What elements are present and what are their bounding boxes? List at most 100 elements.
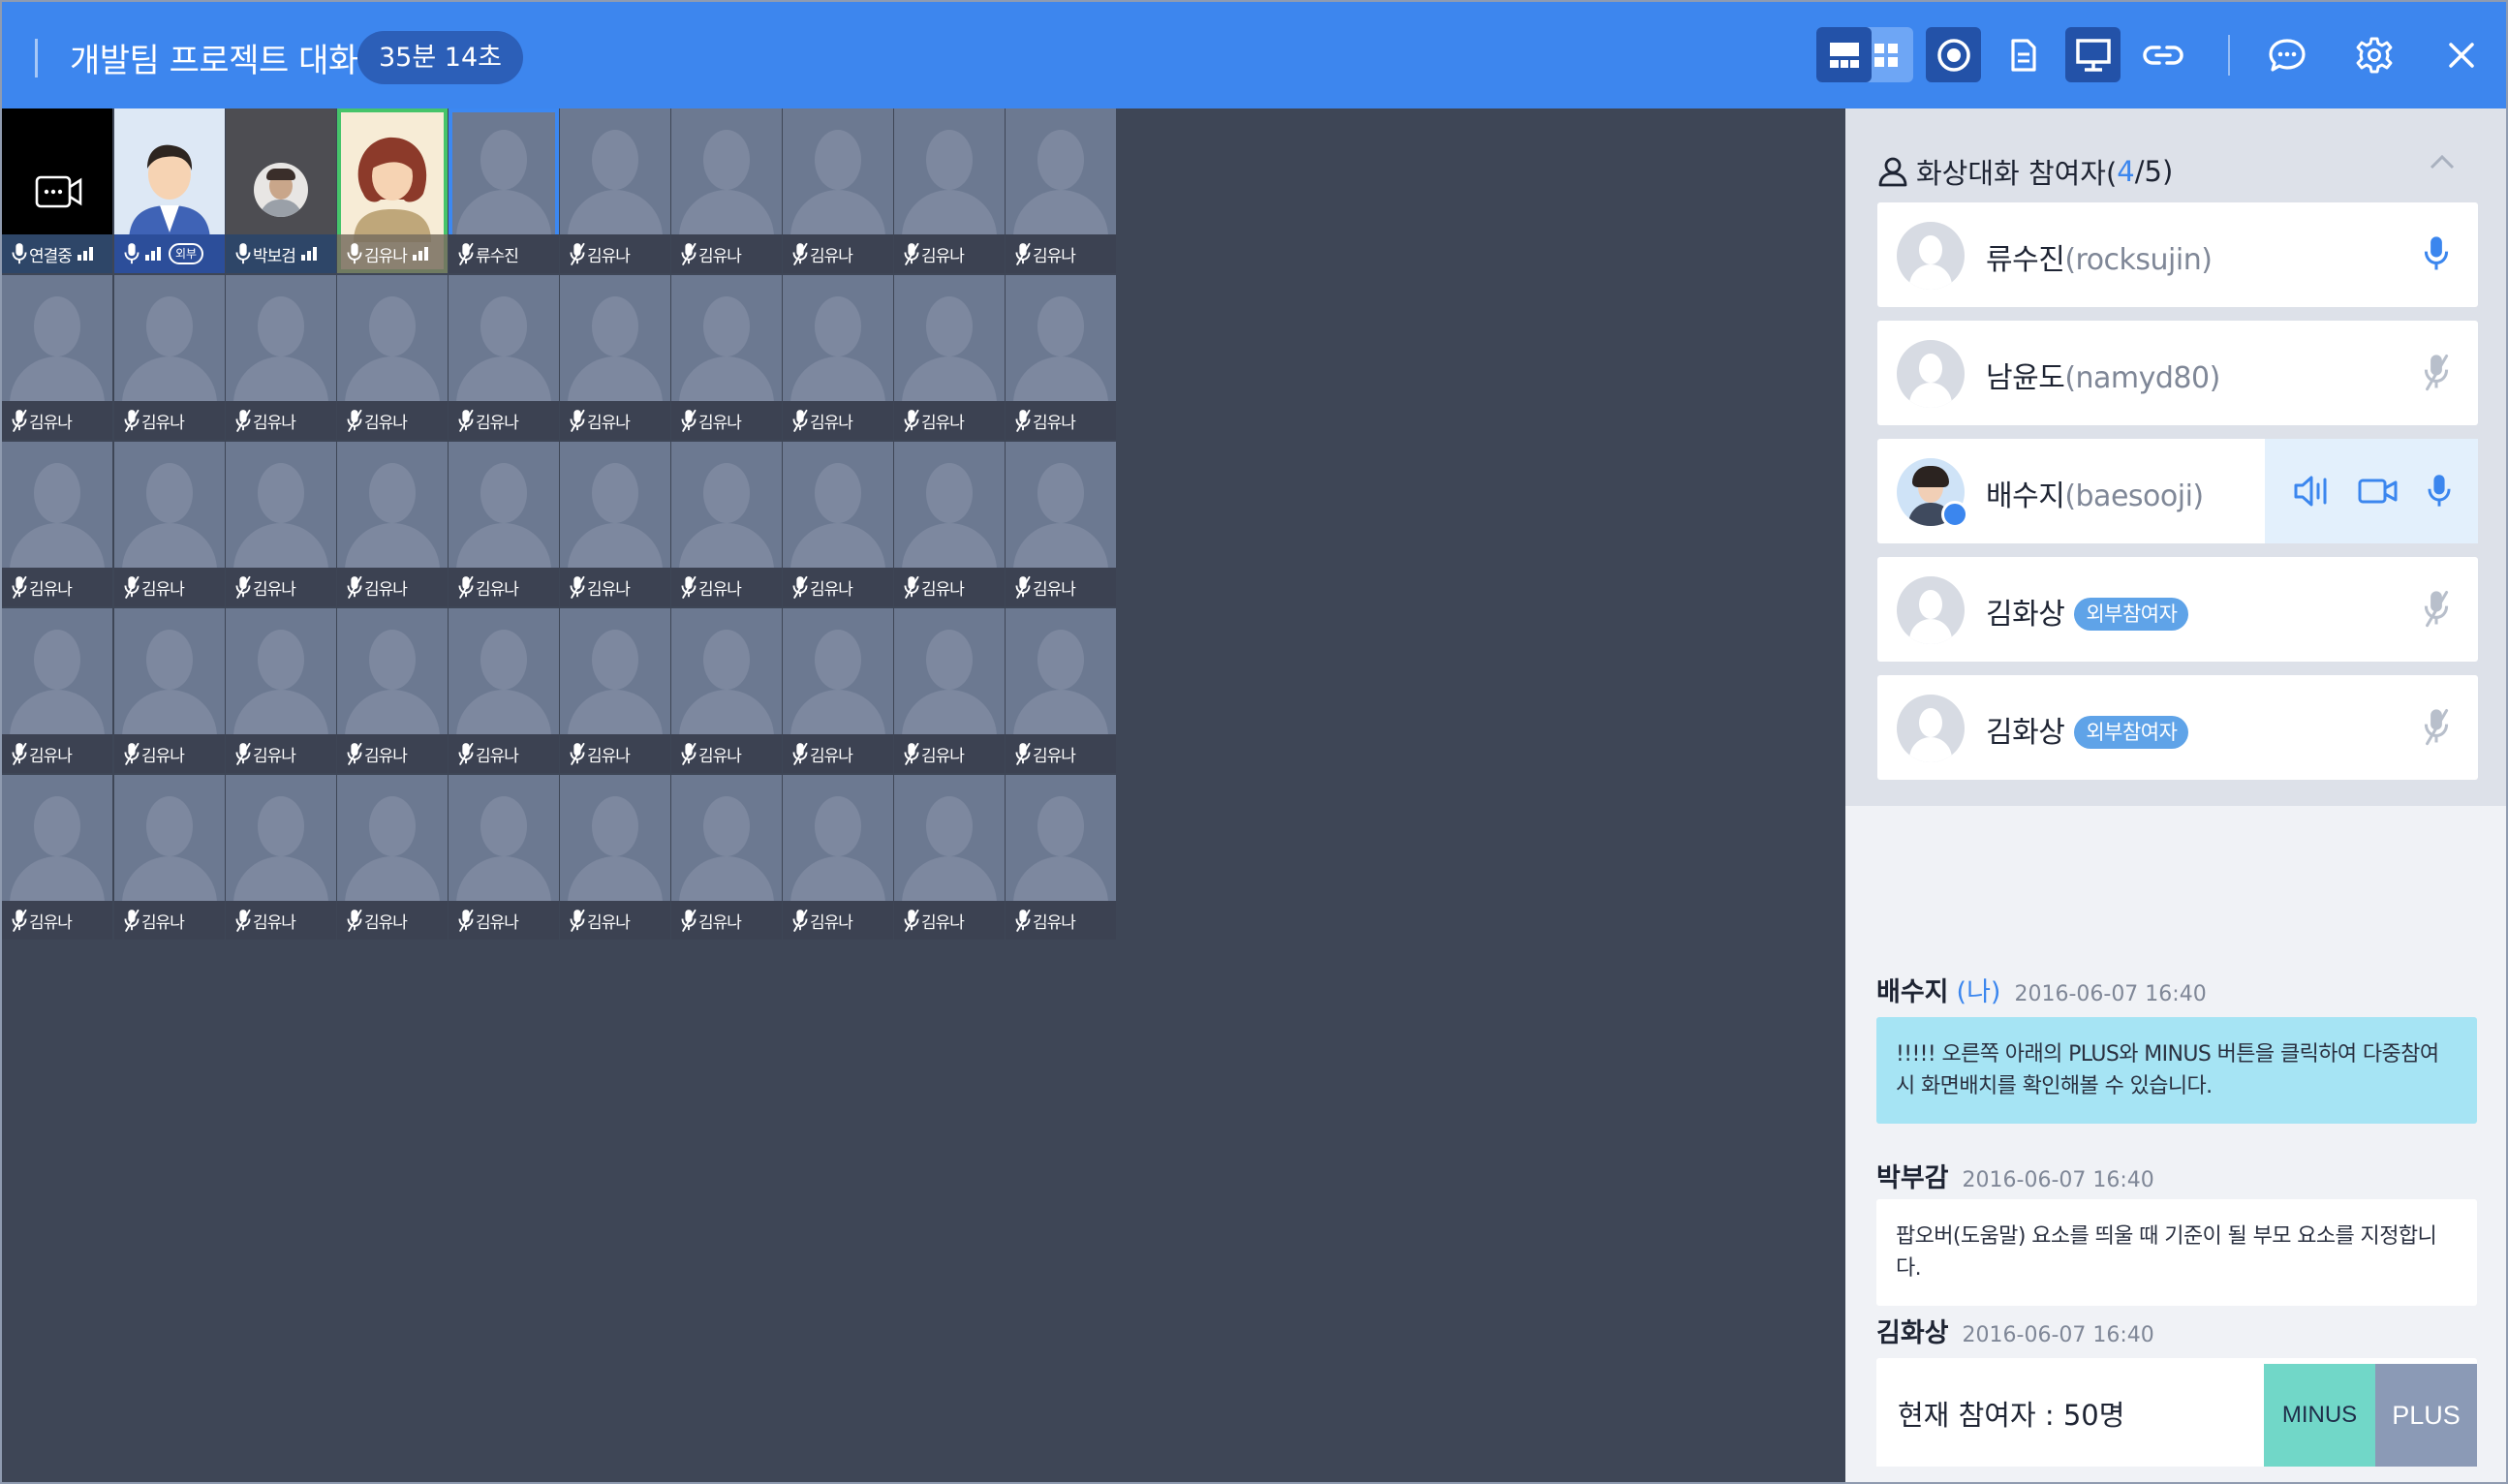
avatar-placeholder-head bbox=[146, 296, 193, 356]
participant-name: 김유나 bbox=[587, 246, 631, 266]
participant-video-tile[interactable]: 김유나 bbox=[560, 608, 670, 773]
grid-layout-button[interactable] bbox=[1858, 27, 1913, 82]
message-author: 배수지 bbox=[1876, 977, 1949, 1007]
participant-video-tile[interactable]: 연결중 bbox=[2, 108, 112, 273]
participant-video-tile[interactable]: 김유나 bbox=[894, 108, 1005, 273]
participant-video-tile[interactable]: 외부 bbox=[114, 108, 225, 273]
participant-video-tile[interactable]: 김유나 bbox=[114, 608, 225, 773]
participant-video-tile[interactable]: 김유나 bbox=[671, 275, 782, 440]
tile-name-bar: 김유나 bbox=[449, 734, 559, 773]
title-bar-accent bbox=[35, 39, 38, 77]
tile-name-bar: 김유나 bbox=[783, 901, 893, 940]
participant-card[interactable]: 류수진(rocksujin) bbox=[1877, 202, 2478, 307]
participant-video-tile[interactable]: 김유나 bbox=[1006, 108, 1116, 273]
participant-video-tile[interactable]: 김유나 bbox=[783, 442, 893, 606]
participant-video-tile[interactable]: 김유나 bbox=[671, 442, 782, 606]
document-icon bbox=[2010, 38, 2036, 72]
participant-card-name: 류수진(rocksujin) bbox=[1986, 235, 2213, 278]
external-participant-badge: 외부참여자 bbox=[2074, 716, 2189, 749]
participant-video-tile[interactable]: 김유나 bbox=[449, 442, 559, 606]
participant-video-tile[interactable]: 김유나 bbox=[2, 275, 112, 440]
mic-muted-icon bbox=[12, 575, 27, 599]
participant-card-name: 김화상 외부참여자 bbox=[1986, 590, 2189, 633]
participant-video-tile[interactable]: 김유나 bbox=[894, 442, 1005, 606]
participant-video-tile[interactable]: 김유나 bbox=[449, 608, 559, 773]
participant-name-text: 김화상 bbox=[1986, 716, 2065, 750]
participant-video-tile[interactable]: 김유나 bbox=[337, 275, 448, 440]
mic-muted-icon bbox=[12, 909, 27, 932]
participant-name: 김유나 bbox=[810, 746, 853, 766]
participant-video-tile[interactable]: 김유나 bbox=[783, 275, 893, 440]
mic-muted-icon bbox=[458, 742, 474, 765]
participant-video-tile[interactable]: 김유나 bbox=[226, 775, 336, 940]
minus-button[interactable]: MINUS bbox=[2264, 1364, 2375, 1467]
participant-mic-status[interactable] bbox=[2424, 234, 2449, 277]
participant-video-tile[interactable]: 김유나 bbox=[1006, 442, 1116, 606]
mic-muted-icon bbox=[570, 742, 585, 765]
participant-video-tile[interactable]: 김유나 bbox=[337, 775, 448, 940]
signal-level-icon bbox=[412, 247, 428, 261]
screen-share-button[interactable] bbox=[2065, 27, 2121, 82]
record-button[interactable] bbox=[1926, 27, 1981, 82]
participant-video-tile[interactable]: 김유나 bbox=[671, 775, 782, 940]
participant-name: 김유나 bbox=[141, 579, 185, 600]
participant-video-tile[interactable]: 김유나 bbox=[114, 775, 225, 940]
participant-video-tile[interactable]: 김유나 bbox=[783, 108, 893, 273]
participant-video-tile[interactable]: 김유나 bbox=[2, 775, 112, 940]
participant-video-tile[interactable]: 김유나 bbox=[449, 275, 559, 440]
participant-video-tile[interactable]: 김유나 bbox=[337, 608, 448, 773]
participant-card[interactable]: 김화상 외부참여자 bbox=[1877, 675, 2478, 780]
mic-muted-icon bbox=[792, 909, 808, 932]
me-indicator-icon bbox=[1941, 501, 1968, 528]
plus-button[interactable]: PLUS bbox=[2375, 1364, 2477, 1467]
participant-video-tile[interactable]: 김유나 bbox=[671, 108, 782, 273]
camera-icon[interactable] bbox=[2357, 476, 2400, 507]
participant-card[interactable]: 김화상 외부참여자 bbox=[1877, 557, 2478, 662]
participant-video-tile[interactable]: 김유나 bbox=[894, 275, 1005, 440]
close-button[interactable] bbox=[2433, 27, 2489, 82]
participant-mic-status[interactable] bbox=[2424, 589, 2449, 632]
mic-muted-icon bbox=[347, 742, 362, 765]
share-link-button[interactable] bbox=[2135, 27, 2190, 82]
participant-video-tile[interactable]: 김유나 bbox=[560, 108, 670, 273]
chat-button[interactable] bbox=[2259, 27, 2314, 82]
participant-video-tile[interactable]: 박보검 bbox=[226, 108, 336, 273]
participant-video-tile[interactable]: 김유나 bbox=[2, 442, 112, 606]
participant-video-tile[interactable]: 김유나 bbox=[894, 775, 1005, 940]
participant-video-tile[interactable]: 김유나 bbox=[114, 275, 225, 440]
participant-card[interactable]: 배수지(baesooji) bbox=[1877, 439, 2478, 543]
participant-video-tile[interactable]: 김유나 bbox=[2, 608, 112, 773]
settings-button[interactable] bbox=[2346, 27, 2401, 82]
mic-muted-icon bbox=[235, 742, 251, 765]
participant-mic-status[interactable] bbox=[2424, 353, 2449, 395]
speaker-icon[interactable] bbox=[2292, 474, 2331, 509]
participant-name: 김유나 bbox=[1033, 746, 1076, 766]
participant-video-tile[interactable]: 김유나 bbox=[560, 775, 670, 940]
mic-muted-icon bbox=[235, 909, 251, 932]
participant-video-tile[interactable]: 김유나 bbox=[1006, 275, 1116, 440]
participant-mic-status[interactable] bbox=[2424, 707, 2449, 750]
participant-video-tile[interactable]: 김유나 bbox=[783, 775, 893, 940]
collapse-list-button[interactable] bbox=[2429, 153, 2456, 174]
document-button[interactable] bbox=[1996, 27, 2051, 82]
participant-video-tile[interactable]: 김유나 bbox=[337, 442, 448, 606]
participant-video-tile[interactable]: 김유나 bbox=[1006, 775, 1116, 940]
participant-video-tile[interactable]: 김유나 bbox=[560, 275, 670, 440]
participant-video-tile[interactable]: 김유나 bbox=[671, 608, 782, 773]
participant-video-tile[interactable]: 류수진 bbox=[449, 108, 559, 273]
participant-video-tile[interactable]: 김유나 bbox=[1006, 608, 1116, 773]
participant-video-tile[interactable]: 김유나 bbox=[337, 108, 448, 273]
signal-level-icon bbox=[300, 247, 317, 261]
participant-video-tile[interactable]: 김유나 bbox=[560, 442, 670, 606]
participant-video-tile[interactable]: 김유나 bbox=[449, 775, 559, 940]
tile-name-bar: 김유나 bbox=[337, 568, 448, 606]
participant-video-tile[interactable]: 김유나 bbox=[226, 275, 336, 440]
participant-video-tile[interactable]: 김유나 bbox=[783, 608, 893, 773]
microphone-icon[interactable] bbox=[2427, 473, 2452, 510]
participant-card[interactable]: 남윤도(namyd80) bbox=[1877, 321, 2478, 425]
participant-video-tile[interactable]: 김유나 bbox=[114, 442, 225, 606]
participant-video-tile[interactable]: 김유나 bbox=[226, 608, 336, 773]
participant-name: 김유나 bbox=[29, 579, 73, 600]
participant-video-tile[interactable]: 김유나 bbox=[226, 442, 336, 606]
participant-video-tile[interactable]: 김유나 bbox=[894, 608, 1005, 773]
